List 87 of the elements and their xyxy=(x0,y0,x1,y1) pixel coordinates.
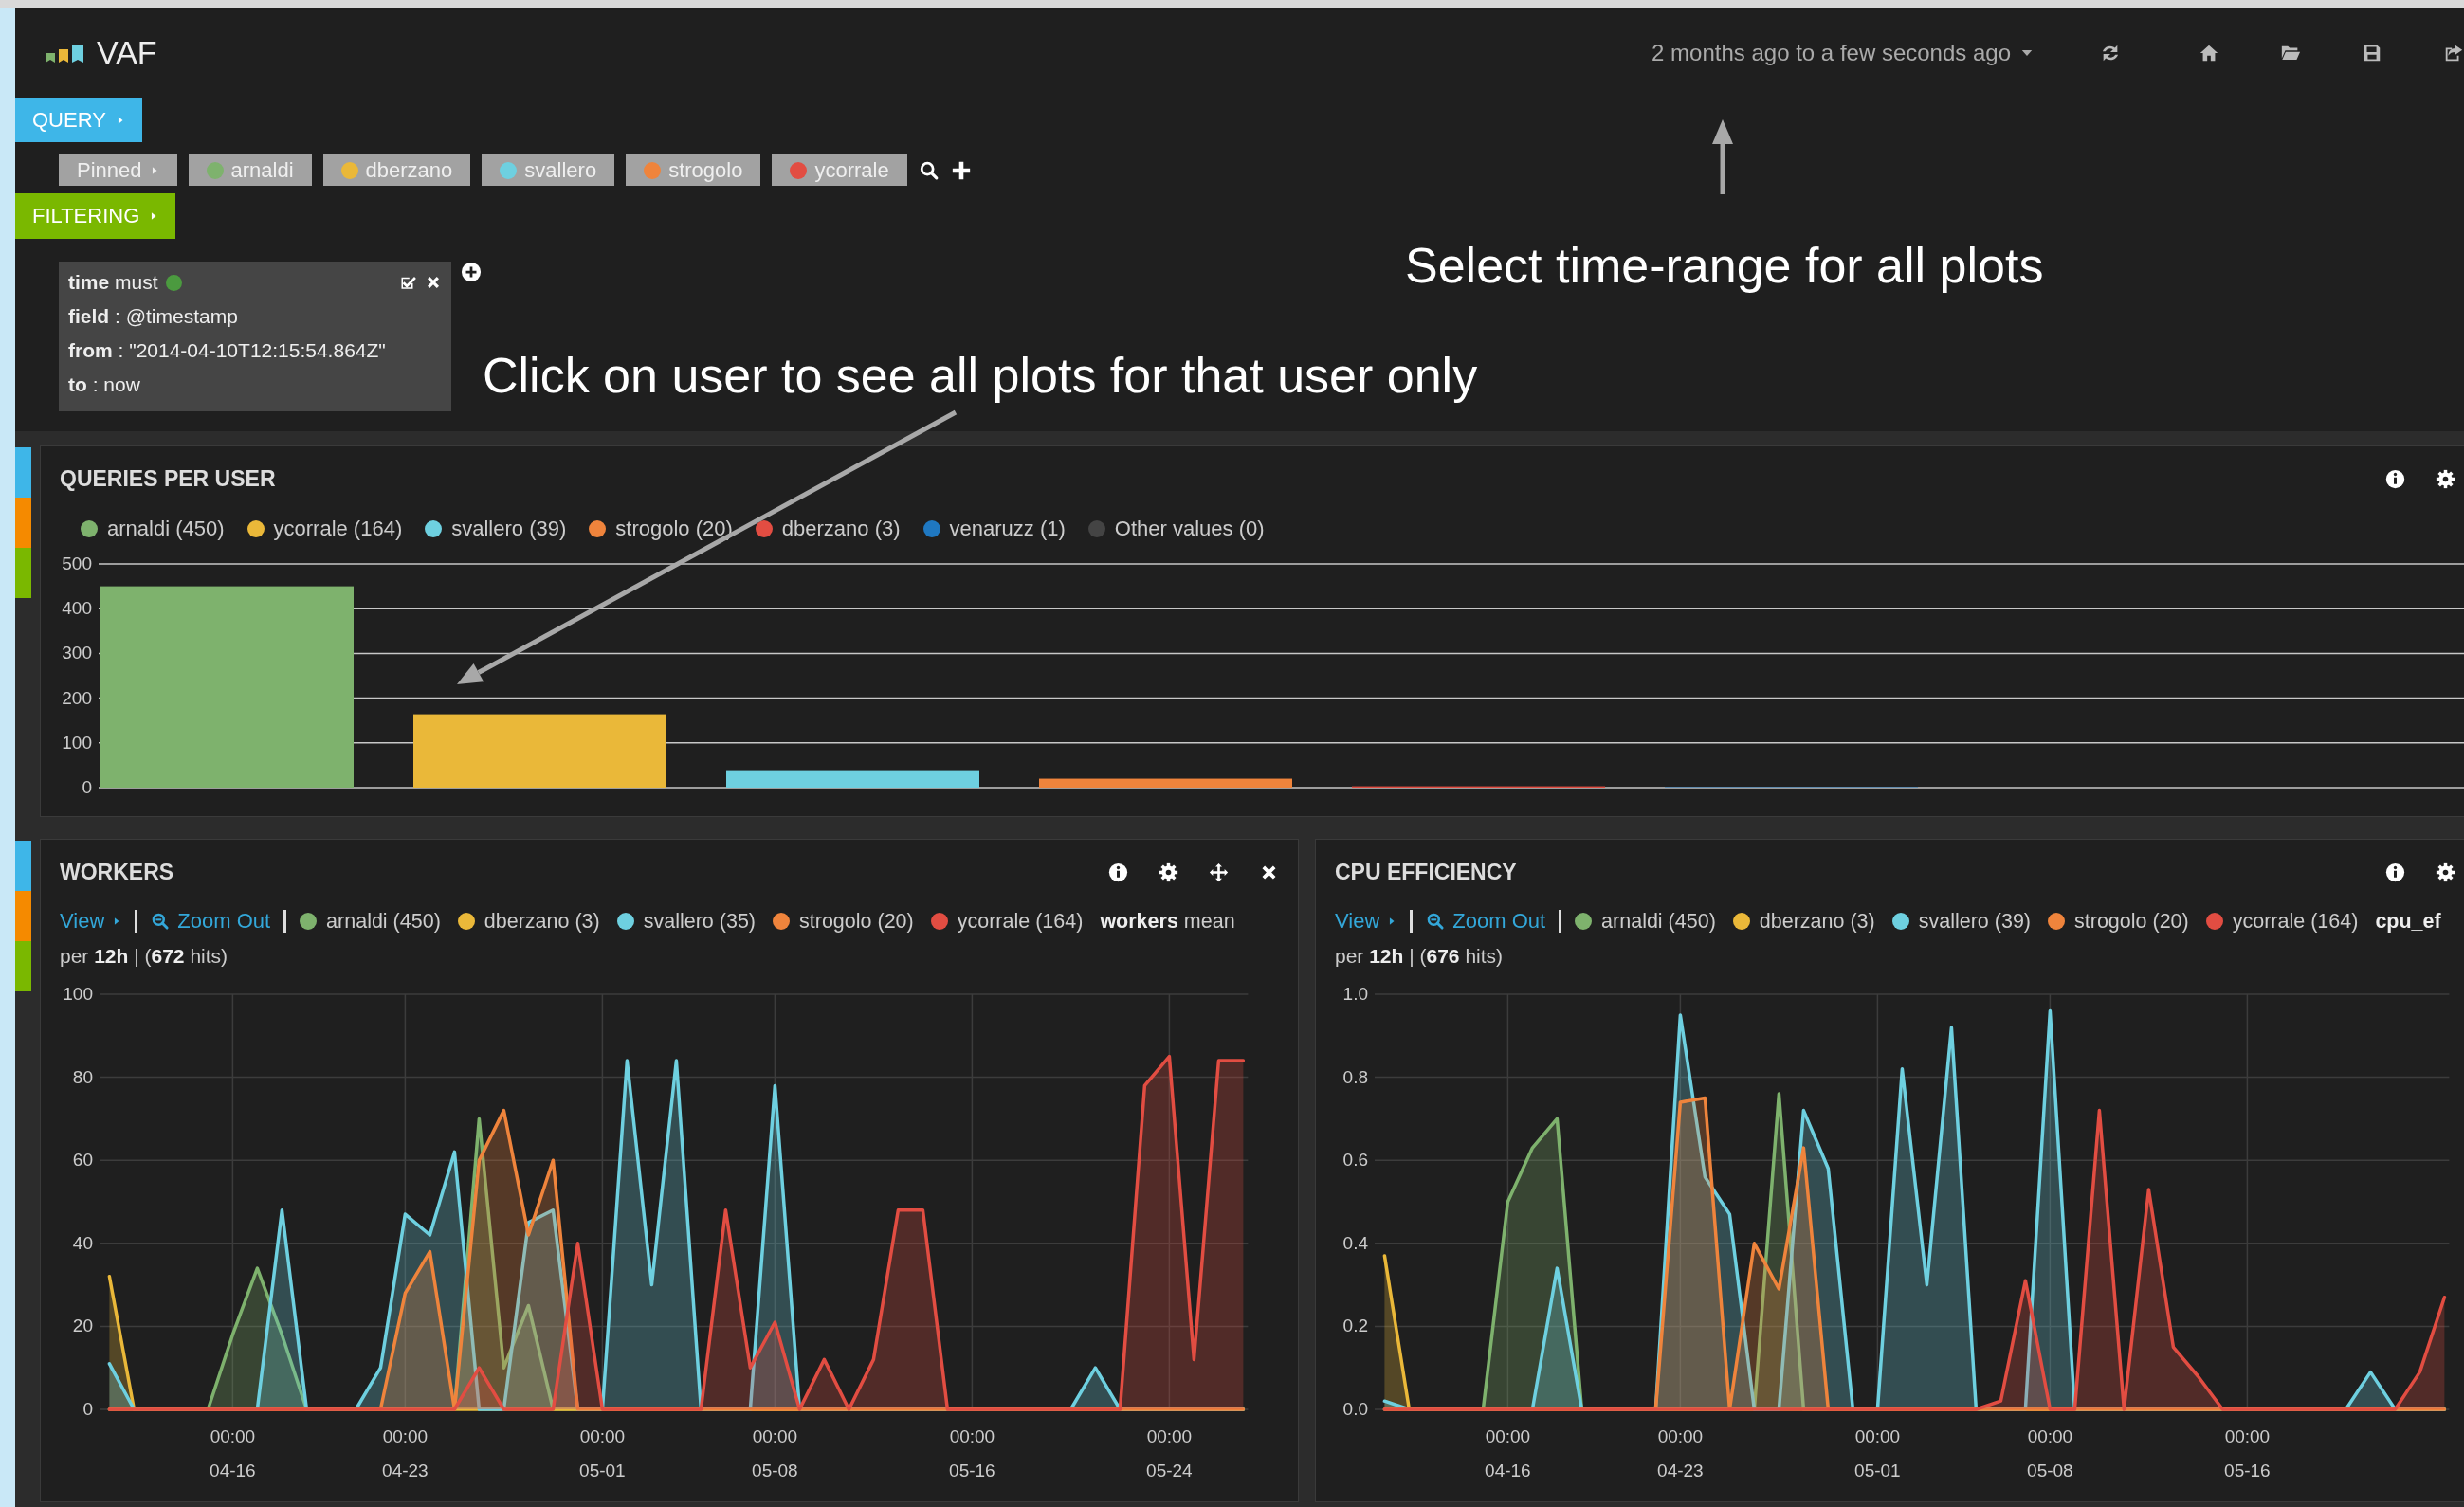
plus-icon[interactable] xyxy=(950,159,972,181)
axis-label: 100 xyxy=(63,984,93,1004)
axis-label: 0.0 xyxy=(1342,1399,1368,1419)
row-handle[interactable] xyxy=(15,841,31,891)
axis-label: 00:00 05-16 xyxy=(949,1426,995,1480)
legend-item[interactable]: svallero (35) xyxy=(616,909,757,934)
axis-label: 00:00 05-24 xyxy=(1146,1426,1193,1480)
callout-text: Select time-range for all plots xyxy=(1405,237,2044,294)
legend-item[interactable]: arnaldi (450) xyxy=(300,909,441,934)
settings-icon[interactable] xyxy=(1159,862,1178,882)
settings-icon[interactable] xyxy=(2436,862,2455,882)
axis-label: 00:00 04-16 xyxy=(210,1426,256,1480)
axis-label: 00:00 04-16 xyxy=(1485,1426,1531,1480)
axis-label: 0.4 xyxy=(1342,1232,1368,1253)
axis-label: 0.2 xyxy=(1342,1316,1368,1336)
legend-item[interactable]: dberzano (3) xyxy=(1732,909,1875,934)
settings-icon[interactable] xyxy=(2436,469,2455,489)
legend-item[interactable]: Other values (0) xyxy=(1087,516,1265,541)
axis-label: 0 xyxy=(82,1399,93,1419)
filter-heading: time must xyxy=(68,270,158,295)
bar[interactable] xyxy=(1039,778,1292,788)
panel-title: QUERIES PER USER xyxy=(60,466,276,492)
legend-item[interactable]: svallero (39) xyxy=(1891,909,2032,934)
axis-label: 00:00 05-08 xyxy=(2027,1426,2073,1480)
legend-item[interactable]: ycorrale (164) xyxy=(930,909,1084,934)
row-handle[interactable] xyxy=(15,891,31,941)
edit-icon[interactable] xyxy=(400,274,417,291)
filter-detail: to : now xyxy=(68,372,141,397)
zoom-out-link[interactable]: Zoom Out xyxy=(1426,909,1546,934)
legend-item[interactable]: dberzano (3) xyxy=(755,516,901,541)
move-icon[interactable] xyxy=(1209,862,1229,882)
zoom-out-icon xyxy=(1426,912,1446,931)
interval-label: per 12h | (676 hits) xyxy=(1335,945,1504,968)
panel-title: CPU EFFICIENCY xyxy=(1335,860,1517,885)
filter-detail: from : "2014-04-10T12:15:54.864Z" xyxy=(68,338,387,363)
bar[interactable] xyxy=(726,770,979,788)
interval-label: per 12h | (672 hits) xyxy=(60,945,228,968)
axis-label: 500 xyxy=(62,554,92,573)
axis-label: 300 xyxy=(62,643,92,663)
axis-label: 00:00 04-23 xyxy=(382,1426,429,1480)
axis-label: 1.0 xyxy=(1342,984,1368,1004)
axis-label: 0.8 xyxy=(1342,1066,1368,1087)
legend-item[interactable]: svallero (39) xyxy=(425,516,567,541)
legend-item[interactable]: arnaldi (450) xyxy=(81,516,225,541)
zoom-out-icon xyxy=(151,912,171,931)
close-icon[interactable] xyxy=(425,274,442,291)
legend-item[interactable]: strogolo (20) xyxy=(589,516,733,541)
axis-label: 40 xyxy=(72,1232,93,1253)
zoom-out-link[interactable]: Zoom Out xyxy=(151,909,271,934)
row-handle[interactable] xyxy=(15,941,31,991)
axis-label: 200 xyxy=(62,687,92,708)
info-icon[interactable] xyxy=(2385,862,2405,882)
axis-label: 100 xyxy=(62,732,92,753)
app-title: VAF xyxy=(97,34,157,71)
legend-item[interactable]: ycorrale (164) xyxy=(246,516,403,541)
view-link[interactable]: View xyxy=(60,909,122,934)
axis-label: 00:00 05-08 xyxy=(752,1426,798,1480)
row-handle[interactable] xyxy=(15,447,31,498)
info-icon[interactable] xyxy=(1108,862,1128,882)
info-icon[interactable] xyxy=(2385,469,2405,489)
legend-item[interactable]: dberzano (3) xyxy=(457,909,600,934)
axis-label: 80 xyxy=(72,1066,93,1087)
filter-detail: field : @timestamp xyxy=(68,304,239,329)
axis-label: 0.6 xyxy=(1342,1150,1368,1171)
metric-label: cpu_ef xyxy=(2375,909,2441,934)
axis-label: 60 xyxy=(72,1150,93,1171)
row-handle[interactable] xyxy=(15,498,31,548)
axis-label: 00:00 05-01 xyxy=(1854,1426,1901,1480)
legend-item[interactable]: strogolo (20) xyxy=(2048,909,2189,934)
metric-label: workers mean xyxy=(1100,909,1235,934)
axis-label: 400 xyxy=(62,598,92,619)
panel-title: WORKERS xyxy=(60,860,174,885)
row-handle[interactable] xyxy=(15,548,31,598)
search-icon[interactable] xyxy=(918,159,940,181)
legend-item[interactable]: ycorrale (164) xyxy=(2205,909,2359,934)
axis-label: 0 xyxy=(82,777,92,797)
axis-label: 00:00 04-23 xyxy=(1657,1426,1704,1480)
callout-text: Click on user to see all plots for that user only xyxy=(483,347,1478,404)
axis-label: 00:00 05-01 xyxy=(579,1426,626,1480)
view-link[interactable]: View xyxy=(1335,909,1397,934)
axis-label: 00:00 05-16 xyxy=(2224,1426,2271,1480)
legend-item[interactable]: venaruzz (1) xyxy=(922,516,1066,541)
time-range-picker[interactable]: 2 months ago to a few seconds ago xyxy=(1652,39,2034,66)
add-filter-icon[interactable] xyxy=(461,262,482,282)
legend-item[interactable]: arnaldi (450) xyxy=(1575,909,1716,934)
legend-item[interactable]: strogolo (20) xyxy=(773,909,914,934)
axis-label: 20 xyxy=(72,1316,93,1336)
